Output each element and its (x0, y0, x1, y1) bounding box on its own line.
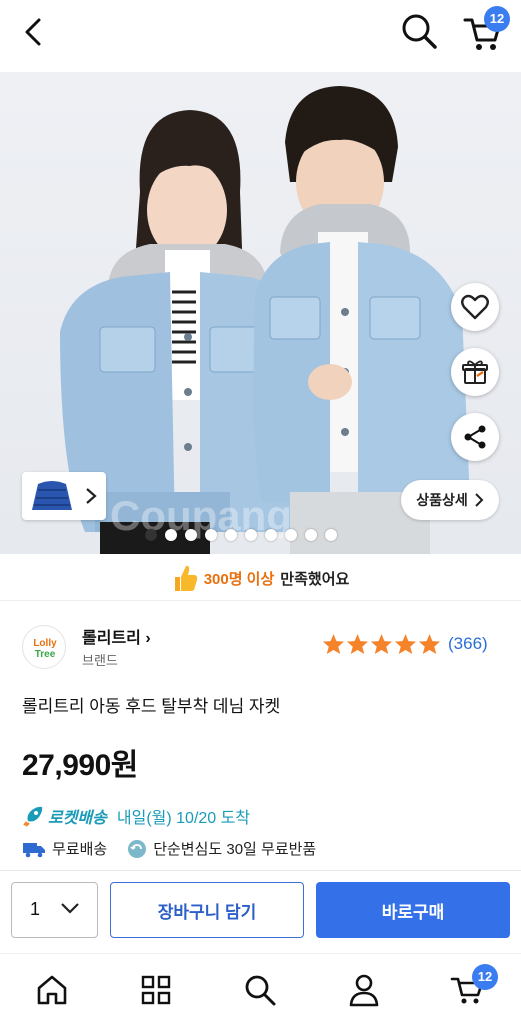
nav-categories[interactable] (136, 970, 176, 1010)
cart-count-badge: 12 (472, 964, 498, 990)
cart-button[interactable]: 12 (462, 6, 512, 54)
share-button[interactable] (451, 413, 499, 461)
shipping-info: 무료배송 단순변심도 30일 무료반품 (22, 838, 336, 859)
free-return-label: 단순변심도 30일 무료반품 (153, 841, 317, 858)
free-return: 단순변심도 30일 무료반품 (127, 838, 316, 859)
carousel-dot[interactable] (164, 529, 177, 541)
carousel-dot[interactable] (284, 529, 297, 541)
gift-button[interactable] (451, 348, 499, 396)
brand-subtitle: 브랜드 (82, 653, 118, 668)
chevron-right-icon (475, 493, 484, 507)
profile-icon (349, 974, 379, 1007)
carousel-dot[interactable] (304, 529, 317, 541)
satisfied-text: 만족했어요 (280, 570, 350, 588)
share-icon (464, 425, 486, 449)
brand-logo[interactable]: Lolly Tree (22, 625, 66, 669)
back-icon[interactable] (14, 12, 54, 52)
related-product-card[interactable] (22, 472, 106, 520)
thumbs-up-icon (174, 565, 197, 591)
chevron-right-icon (86, 488, 97, 504)
bottom-navigation: 12 (0, 953, 521, 1024)
carousel-dot[interactable] (204, 529, 217, 541)
star-rating (322, 633, 441, 655)
delivery-date: 내일(월) 10/20 도착 (116, 810, 251, 827)
return-icon (128, 839, 147, 858)
quantity-value: 1 (30, 899, 41, 919)
satisfied-count: 300명 이상 (203, 570, 275, 588)
buy-now-button[interactable]: 바로구매 (316, 882, 510, 938)
svg-text:Tree: Tree (35, 649, 56, 660)
satisfaction-banner: 300명 이상 만족했어요 (0, 560, 521, 596)
quantity-select[interactable]: 1 (11, 882, 98, 938)
carousel-dot[interactable] (224, 529, 237, 541)
search-icon[interactable] (398, 10, 440, 52)
like-button[interactable] (451, 283, 499, 331)
free-shipping-label: 무료배송 (52, 841, 108, 858)
star-icon (370, 633, 393, 655)
nav-search[interactable] (240, 970, 280, 1010)
carousel-dot[interactable] (144, 529, 157, 541)
rocket-icon (23, 806, 43, 827)
chevron-right-icon: › (140, 630, 151, 647)
carousel-dot[interactable] (264, 529, 277, 541)
brand-name-link[interactable]: 롤리트리 › (82, 624, 151, 648)
section-divider (0, 600, 521, 601)
free-shipping: 무료배송 (22, 838, 107, 859)
rating-summary[interactable]: (366) (322, 633, 488, 655)
carousel-indicators (0, 529, 521, 543)
truck-icon (23, 842, 45, 857)
related-product-thumbnail (32, 481, 72, 510)
rocket-delivery: 로켓배송 내일(월) 10/20 도착 (22, 804, 250, 828)
search-icon (245, 975, 276, 1006)
review-count: (366) (448, 634, 488, 653)
nav-profile[interactable] (344, 970, 384, 1010)
product-detail-label: 상품상세 (416, 492, 468, 508)
carousel-dot[interactable] (324, 529, 337, 541)
gift-icon (462, 360, 488, 384)
categories-icon (141, 975, 171, 1005)
product-title: 롤리트리 아동 후드 탈부착 데님 자켓 (22, 697, 281, 716)
carousel-dot[interactable] (184, 529, 197, 541)
brand-name: 롤리트리 (82, 630, 141, 647)
cart-count-badge: 12 (484, 6, 510, 32)
product-price: 27,990원 (22, 749, 138, 782)
add-to-cart-button[interactable]: 장바구니 담기 (110, 882, 304, 938)
carousel-dot[interactable] (244, 529, 257, 541)
star-icon (346, 633, 369, 655)
star-icon (322, 633, 345, 655)
star-icon (394, 633, 417, 655)
rocket-delivery-label: 로켓배송 (48, 810, 107, 827)
product-detail-button[interactable]: 상품상세 (401, 480, 499, 520)
top-bar: 12 (0, 0, 521, 64)
nav-cart[interactable]: 12 (448, 964, 498, 1010)
heart-icon (461, 294, 489, 320)
svg-text:Lolly: Lolly (33, 638, 57, 649)
nav-home[interactable] (32, 970, 72, 1010)
purchase-bar: 1 장바구니 담기 바로구매 (0, 870, 521, 950)
star-icon (418, 633, 441, 655)
chevron-down-icon (61, 903, 79, 914)
home-icon (37, 975, 67, 1005)
